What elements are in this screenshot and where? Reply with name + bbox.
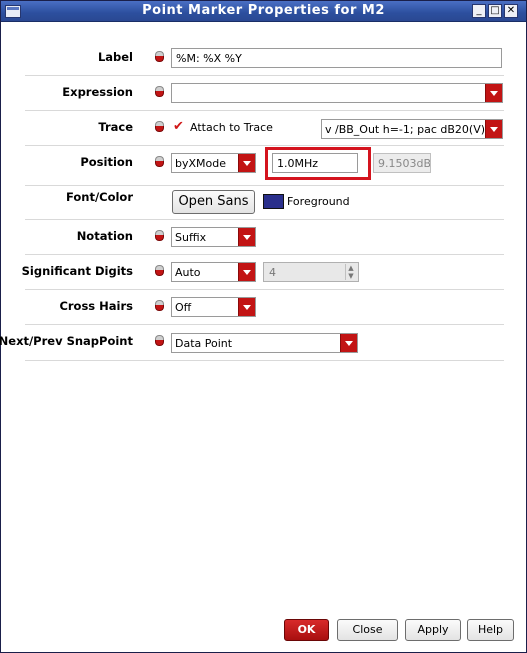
ok-button[interactable]: OK [284, 619, 329, 641]
dropdown-arrow-icon[interactable] [485, 84, 502, 102]
cross-hairs-field-label: Cross Hairs [59, 299, 133, 313]
label-input[interactable]: %M: %X %Y [171, 48, 502, 68]
attach-to-trace-checkbox[interactable]: ✔ [173, 119, 184, 134]
cross-hairs-value: Off [175, 301, 192, 314]
position-mode-select[interactable]: byXMode [171, 153, 256, 173]
cross-hairs-row: Cross Hairs Off [25, 294, 504, 325]
snap-point-value: Data Point [175, 337, 233, 350]
significant-digits-mode-value: Auto [175, 266, 201, 279]
notation-row: Notation Suffix [25, 224, 504, 255]
close-icon[interactable]: ✕ [504, 4, 518, 18]
cross-hairs-select[interactable]: Off [171, 297, 256, 317]
significant-digits-row: Significant Digits Auto 4 ▲ ▼ [21, 259, 504, 290]
expression-toggle-icon[interactable] [155, 121, 164, 132]
notation-field-label: Notation [76, 229, 133, 243]
attach-to-trace-label: Attach to Trace [190, 121, 273, 134]
position-field-label: Position [80, 155, 133, 169]
apply-button[interactable]: Apply [405, 619, 461, 641]
help-button[interactable]: Help [467, 619, 514, 641]
dropdown-arrow-icon[interactable] [340, 334, 357, 352]
position-row: Position byXMode 1.0MHz 9.1503dB [25, 147, 504, 186]
spinner-arrows-icon: ▲ ▼ [345, 264, 356, 280]
significant-digits-mode-select[interactable]: Auto [171, 262, 256, 282]
font-button[interactable]: Open Sans [172, 190, 255, 214]
trace-field-label: Trace [98, 120, 133, 134]
minimize-icon[interactable]: _ [472, 4, 486, 18]
snap-point-field-label: Next/Prev SnapPoint [0, 334, 133, 348]
expression-toggle-icon[interactable] [155, 300, 164, 311]
expression-combo[interactable] [171, 83, 503, 103]
position-y-readout: 9.1503dB [373, 153, 431, 173]
maximize-icon[interactable]: □ [488, 4, 502, 18]
notation-select[interactable]: Suffix [171, 227, 256, 247]
dialog-window: Point Marker Properties for M2 _ □ ✕ Lab… [0, 0, 527, 653]
snap-point-select[interactable]: Data Point [171, 333, 358, 353]
position-mode-value: byXMode [175, 157, 226, 170]
expression-field-label: Expression [62, 85, 133, 99]
snap-point-row: Next/Prev SnapPoint Data Point [0, 329, 504, 361]
significant-digits-spinner: 4 ▲ ▼ [263, 262, 359, 282]
foreground-label: Foreground [287, 195, 350, 208]
significant-digits-field-label: Significant Digits [21, 264, 133, 278]
position-x-input[interactable]: 1.0MHz [272, 153, 358, 173]
expression-toggle-icon[interactable] [155, 86, 164, 97]
color-swatch[interactable] [263, 194, 284, 209]
significant-digits-value: 4 [269, 266, 276, 279]
title-bar[interactable]: Point Marker Properties for M2 _ □ ✕ [1, 1, 526, 22]
trace-select[interactable]: v /BB_Out h=-1; pac dB20(V) [321, 119, 503, 139]
dropdown-arrow-icon[interactable] [238, 298, 255, 316]
label-field-label: Label [97, 50, 133, 64]
notation-value: Suffix [175, 231, 207, 244]
dropdown-arrow-icon[interactable] [485, 120, 502, 138]
trace-row: Trace ✔ Attach to Trace v /BB_Out h=-1; … [25, 115, 504, 146]
dropdown-arrow-icon[interactable] [238, 154, 255, 172]
dropdown-arrow-icon[interactable] [238, 263, 255, 281]
expression-toggle-icon[interactable] [155, 51, 164, 62]
label-row: Label %M: %X %Y [25, 45, 504, 76]
dropdown-arrow-icon[interactable] [238, 228, 255, 246]
window-title: Point Marker Properties for M2 [142, 3, 385, 18]
close-button[interactable]: Close [337, 619, 398, 641]
font-color-field-label: Font/Color [65, 190, 133, 204]
expression-toggle-icon[interactable] [155, 230, 164, 241]
font-color-row: Font/Color Open Sans Foreground [25, 185, 504, 220]
expression-row: Expression [25, 80, 504, 111]
expression-toggle-icon[interactable] [155, 265, 164, 276]
expression-toggle-icon[interactable] [155, 156, 164, 167]
trace-value: v /BB_Out h=-1; pac dB20(V) [325, 123, 486, 136]
expression-toggle-icon[interactable] [155, 335, 164, 346]
